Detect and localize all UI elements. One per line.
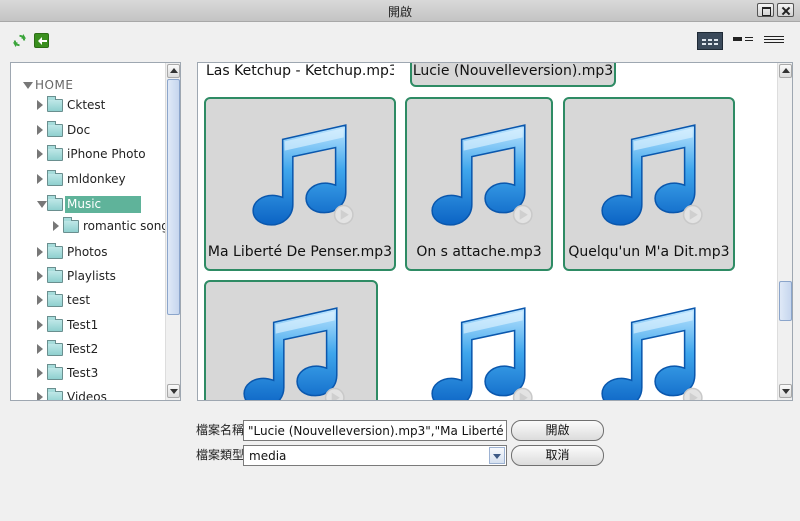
close-icon[interactable] <box>777 3 794 17</box>
file-item[interactable]: Ma Liberté De Penser.mp3 <box>204 97 396 271</box>
expand-arrow-icon[interactable] <box>37 247 43 257</box>
file-name: Quelqu'un M'a Dit.mp3 <box>568 244 730 260</box>
refresh-icon[interactable] <box>12 33 27 48</box>
folder-icon <box>47 96 63 112</box>
scroll-up-icon[interactable] <box>779 64 792 78</box>
music-file-icon <box>246 119 358 231</box>
filename-input[interactable]: "Lucie (Nouvelleversion).mp3","Ma Libert… <box>243 420 507 441</box>
expand-arrow-icon[interactable] <box>37 100 43 110</box>
file-name: Lucie (Nouvelleversion).mp3 <box>412 63 614 79</box>
cancel-button[interactable]: 取消 <box>511 445 604 466</box>
file-item[interactable] <box>405 280 553 401</box>
scroll-up-icon[interactable] <box>167 64 180 78</box>
expand-arrow-icon[interactable] <box>37 392 43 400</box>
title-bar: 開啟 <box>0 0 800 22</box>
tree-scrollbar[interactable] <box>165 63 180 400</box>
expand-arrow-icon[interactable] <box>37 149 43 159</box>
folder-icon <box>47 170 63 186</box>
folder-icon <box>47 364 63 380</box>
maximize-icon[interactable] <box>757 3 774 17</box>
collapse-arrow-icon[interactable] <box>37 201 47 208</box>
expand-arrow-icon[interactable] <box>37 320 43 330</box>
chevron-down-icon[interactable] <box>489 447 505 464</box>
expand-arrow-icon[interactable] <box>37 174 43 184</box>
tile-view-icon[interactable] <box>732 32 756 50</box>
open-button[interactable]: 開啟 <box>511 420 604 441</box>
filetype-select[interactable]: media <box>243 445 507 466</box>
file-grid: Las Ketchup - Ketchup.mp3 Lucie (Nouvell… <box>197 62 793 401</box>
file-item[interactable]: Las Ketchup - Ketchup.mp3 <box>204 63 396 87</box>
window-title: 開啟 <box>387 5 412 19</box>
music-file-icon <box>595 302 707 401</box>
filename-label: 檔案名稱 <box>196 423 245 437</box>
folder-icon <box>47 316 63 332</box>
file-item[interactable]: Lucie (Nouvelleversion).mp3 <box>410 63 616 87</box>
folder-icon <box>47 195 63 211</box>
folder-icon <box>47 388 63 400</box>
expand-arrow-icon[interactable] <box>37 125 43 135</box>
file-item[interactable] <box>563 280 735 401</box>
filetype-label: 檔案類型 <box>196 448 245 462</box>
expand-arrow-icon[interactable] <box>37 271 43 281</box>
scroll-down-icon[interactable] <box>167 384 180 398</box>
file-name: Las Ketchup - Ketchup.mp3 <box>206 63 396 79</box>
list-view-icon[interactable] <box>762 32 786 50</box>
folder-tree: HOME Cktest Doc iPhone Photo mldonkey Mu… <box>10 62 181 401</box>
folder-icon <box>47 121 63 137</box>
file-item[interactable]: On s attache.mp3 <box>405 97 553 271</box>
folder-icon <box>47 243 63 259</box>
folder-icon <box>47 145 63 161</box>
back-icon[interactable] <box>34 33 49 48</box>
thumbnail-view-icon[interactable] <box>697 32 723 50</box>
file-item[interactable] <box>204 280 378 401</box>
music-file-icon <box>425 302 537 401</box>
expand-arrow-icon[interactable] <box>37 344 43 354</box>
music-file-icon <box>425 119 537 231</box>
file-name: On s attache.mp3 <box>416 244 542 260</box>
expand-arrow-icon[interactable] <box>53 221 59 231</box>
file-item[interactable]: Quelqu'un M'a Dit.mp3 <box>563 97 735 271</box>
file-grid-scrollbar[interactable] <box>777 63 792 400</box>
expand-arrow-icon[interactable] <box>37 368 43 378</box>
folder-icon <box>47 340 63 356</box>
file-name: Ma Liberté De Penser.mp3 <box>207 244 393 260</box>
scroll-thumb[interactable] <box>779 281 792 321</box>
music-file-icon <box>237 302 349 401</box>
scroll-down-icon[interactable] <box>779 384 792 398</box>
folder-icon <box>47 291 63 307</box>
music-file-icon <box>595 119 707 231</box>
folder-icon <box>47 267 63 283</box>
filetype-value: media <box>249 449 287 463</box>
scroll-thumb[interactable] <box>167 79 180 315</box>
collapse-arrow-icon[interactable] <box>23 82 33 89</box>
expand-arrow-icon[interactable] <box>37 295 43 305</box>
folder-icon <box>63 217 79 233</box>
